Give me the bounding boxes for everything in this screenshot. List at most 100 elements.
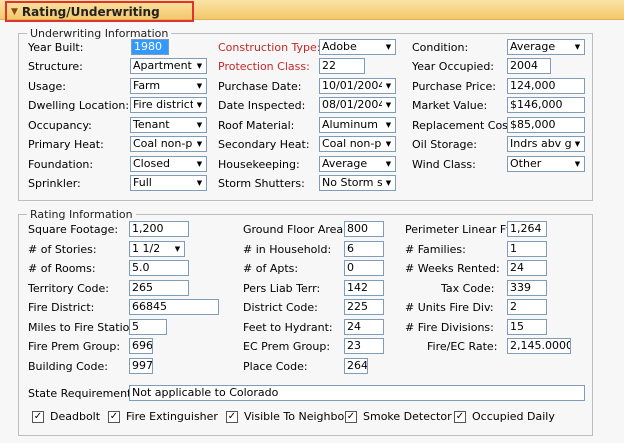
sprinkler-value: Full — [133, 176, 152, 189]
usage-label: Usage: — [28, 80, 66, 93]
purchase-date-label: Purchase Date: — [218, 80, 302, 93]
chevron-down-icon[interactable]: ▼ — [193, 137, 206, 151]
in-household-label: # in Household: — [243, 243, 332, 256]
pers-liab-terr-label: Pers Liab Terr: — [243, 282, 321, 295]
chevron-down-icon[interactable]: ▼ — [571, 40, 584, 54]
secondary-heat-select[interactable]: Coal non-pro ▼ — [319, 136, 396, 152]
perimeter-input[interactable]: 1,264 — [507, 221, 547, 237]
chevron-down-icon[interactable]: ▼ — [382, 176, 395, 190]
section-toggle[interactable]: ▼ Rating/Underwriting — [5, 1, 194, 22]
construction-type-select[interactable]: Adobe ▼ — [319, 39, 396, 55]
oil-storage-label: Oil Storage: — [412, 138, 478, 151]
chevron-down-icon[interactable]: ▼ — [571, 137, 584, 151]
date-inspected-picker[interactable]: 08/01/2004 ▼ — [319, 97, 396, 113]
primary-heat-select[interactable]: Coal non-pro ▼ — [130, 136, 207, 152]
state-requirement-input[interactable]: Not applicable to Colorado — [129, 385, 585, 401]
foundation-select[interactable]: Closed ▼ — [130, 156, 207, 172]
feet-to-hydrant-input[interactable]: 24 — [344, 319, 384, 335]
square-footage-input[interactable]: 1,200 — [129, 221, 189, 237]
tax-code-input[interactable]: 339 — [507, 280, 547, 296]
collapse-triangle-icon[interactable]: ▼ — [11, 7, 18, 17]
occupancy-select[interactable]: Tenant ▼ — [130, 117, 207, 133]
fire-divisions-input[interactable]: 15 — [507, 319, 547, 335]
district-code-input[interactable]: 225 — [344, 299, 384, 315]
purchase-date-picker[interactable]: 10/01/2004 ▼ — [319, 78, 396, 94]
building-code-input[interactable]: 997 — [129, 358, 153, 374]
ground-floor-area-input[interactable]: 800 — [344, 221, 384, 237]
miles-to-station-input[interactable]: 5 — [129, 319, 167, 335]
occupancy-value: Tenant — [133, 118, 170, 131]
chevron-down-icon[interactable]: ▼ — [382, 98, 395, 112]
chevron-down-icon[interactable]: ▼ — [193, 176, 206, 190]
construction-type-value: Adobe — [322, 40, 357, 53]
chevron-down-icon[interactable]: ▼ — [171, 242, 184, 256]
check-icon[interactable]: ✓ — [345, 410, 357, 423]
year-occupied-input[interactable]: 2004 — [507, 58, 551, 74]
fire-prem-group-label: Fire Prem Group: — [28, 340, 121, 353]
pers-liab-terr-input[interactable]: 142 — [344, 280, 384, 296]
section-header: ▼ Rating/Underwriting — [0, 0, 624, 22]
checkbox-smoke-detector[interactable]: ✓ Smoke Detector — [345, 410, 452, 423]
wind-class-select[interactable]: Other ▼ — [507, 156, 585, 172]
condition-label: Condition: — [412, 41, 469, 54]
year-built-input[interactable]: 1980 — [131, 39, 169, 55]
fire-prem-group-input[interactable]: 696 — [129, 338, 153, 354]
checkbox-label: Fire Extinguisher — [126, 410, 218, 423]
fire-divisions-label: # Fire Divisions: — [405, 321, 494, 334]
sprinkler-label: Sprinkler: — [28, 177, 81, 190]
chevron-down-icon[interactable]: ▼ — [193, 59, 206, 73]
chevron-down-icon[interactable]: ▼ — [571, 157, 584, 171]
chevron-down-icon[interactable]: ▼ — [193, 118, 206, 132]
checkbox-occupied-daily[interactable]: ✓ Occupied Daily — [454, 410, 555, 423]
building-code-label: Building Code: — [28, 360, 108, 373]
chevron-down-icon[interactable]: ▼ — [193, 157, 206, 171]
apts-input[interactable]: 0 — [344, 260, 384, 276]
families-input[interactable]: 1 — [507, 241, 547, 257]
chevron-down-icon[interactable]: ▼ — [382, 137, 395, 151]
units-fire-div-label: # Units Fire Div: — [405, 301, 494, 314]
structure-select[interactable]: Apartment ▼ — [130, 58, 207, 74]
chevron-down-icon[interactable]: ▼ — [382, 40, 395, 54]
usage-select[interactable]: Farm ▼ — [130, 78, 207, 94]
market-value-input[interactable]: $146,000 — [507, 97, 585, 113]
territory-code-input[interactable]: 265 — [129, 280, 189, 296]
chevron-down-icon[interactable]: ▼ — [382, 157, 395, 171]
replacement-cost-label: Replacement Cost: — [412, 119, 516, 132]
check-icon[interactable]: ✓ — [226, 410, 238, 423]
condition-select[interactable]: Average ▼ — [507, 39, 585, 55]
replacement-cost-input[interactable]: $85,000 — [507, 117, 585, 133]
checkbox-visible-to-neighbor[interactable]: ✓ Visible To Neighbor — [226, 410, 349, 423]
chevron-down-icon[interactable]: ▼ — [193, 98, 206, 112]
storm-shutters-label: Storm Shutters: — [218, 177, 305, 190]
in-household-input[interactable]: 6 — [344, 241, 384, 257]
check-icon[interactable]: ✓ — [32, 410, 44, 423]
check-icon[interactable]: ✓ — [108, 410, 120, 423]
checkbox-deadbolt[interactable]: ✓ Deadbolt — [32, 410, 100, 423]
purchase-price-input[interactable]: 124,000 — [507, 78, 585, 94]
chevron-down-icon[interactable]: ▼ — [382, 79, 395, 93]
stories-value: 1 1/2 — [132, 242, 161, 255]
dwelling-location-select[interactable]: Fire district ▼ — [130, 97, 207, 113]
rating-legend: Rating Information — [27, 208, 136, 221]
oil-storage-select[interactable]: Indrs abv gr ▼ — [507, 136, 585, 152]
checkbox-fire-extinguisher[interactable]: ✓ Fire Extinguisher — [108, 410, 218, 423]
roof-material-select[interactable]: Aluminum sh ▼ — [319, 117, 396, 133]
square-footage-label: Square Footage: — [28, 223, 119, 236]
check-icon[interactable]: ✓ — [454, 410, 466, 423]
checkbox-label: Occupied Daily — [472, 410, 555, 423]
housekeeping-select[interactable]: Average ▼ — [319, 156, 396, 172]
chevron-down-icon[interactable]: ▼ — [193, 79, 206, 93]
place-code-input[interactable]: 264 — [344, 358, 368, 374]
protection-class-input[interactable]: 22 — [319, 58, 365, 74]
fire-ec-rate-input[interactable]: 2,145.00000 — [507, 338, 571, 354]
ec-prem-group-input[interactable]: 23 — [344, 338, 384, 354]
chevron-down-icon[interactable]: ▼ — [382, 118, 395, 132]
purchase-date-value: 10/01/2004 — [322, 79, 386, 92]
storm-shutters-select[interactable]: No Storm sh ▼ — [319, 175, 396, 191]
sprinkler-select[interactable]: Full ▼ — [130, 175, 207, 191]
rooms-input[interactable]: 5.0 — [129, 260, 189, 276]
stories-select[interactable]: 1 1/2 ▼ — [129, 241, 185, 257]
units-fire-div-input[interactable]: 2 — [507, 299, 547, 315]
fire-district-input[interactable]: 66845 — [129, 299, 219, 315]
weeks-rented-input[interactable]: 24 — [507, 260, 547, 276]
